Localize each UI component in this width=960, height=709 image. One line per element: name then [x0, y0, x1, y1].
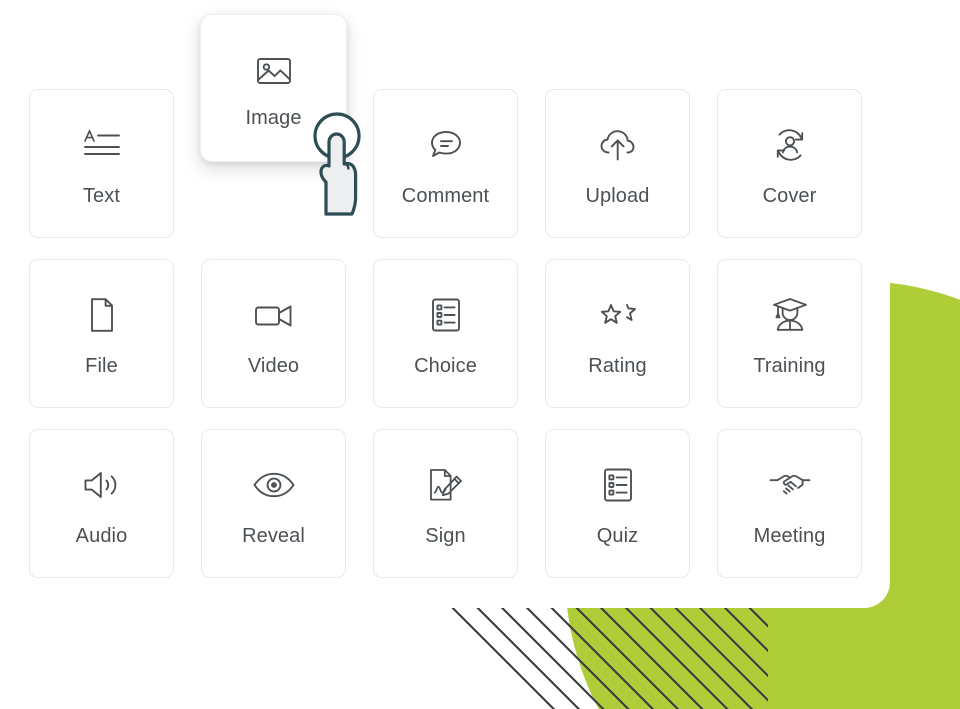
- block-tile-label: Comment: [401, 184, 490, 207]
- block-type-grid: Text Comment Upload Cover File Video Cho…: [29, 89, 862, 578]
- block-tile-label: Cover: [762, 184, 817, 207]
- checklist-box-icon: [423, 292, 469, 338]
- block-tile-label: Rating: [588, 354, 647, 377]
- block-tile-label: Reveal: [242, 524, 305, 547]
- block-tile-image[interactable]: Image: [200, 14, 347, 162]
- block-tile-sign[interactable]: Sign: [373, 429, 518, 578]
- block-tile-label: Text: [82, 184, 121, 207]
- block-tile-text[interactable]: Text: [29, 89, 174, 238]
- checklist-box-icon: [595, 462, 641, 508]
- block-tile-file[interactable]: File: [29, 259, 174, 408]
- block-tile-meeting[interactable]: Meeting: [717, 429, 862, 578]
- block-tile-video[interactable]: Video: [201, 259, 346, 408]
- block-tile-label: Upload: [585, 184, 650, 207]
- document-icon: [79, 292, 125, 338]
- image-icon: [251, 48, 297, 94]
- block-tile-audio[interactable]: Audio: [29, 429, 174, 578]
- block-tile-label: Choice: [414, 354, 477, 377]
- diagonal-stripes-bottom-decoration: [448, 608, 768, 709]
- block-tile-quiz[interactable]: Quiz: [545, 429, 690, 578]
- handshake-icon: [767, 462, 813, 508]
- eye-icon: [251, 462, 297, 508]
- block-tile-choice[interactable]: Choice: [373, 259, 518, 408]
- block-tile-reveal[interactable]: Reveal: [201, 429, 346, 578]
- block-picker-screen: Text Comment Upload Cover File Video Cho…: [0, 0, 960, 709]
- block-tile-label: Training: [753, 354, 826, 377]
- block-tile-label: Sign: [425, 524, 466, 547]
- block-tile-label: Meeting: [753, 524, 826, 547]
- speaker-waves-icon: [79, 462, 125, 508]
- camcorder-icon: [251, 292, 297, 338]
- person-refresh-icon: [767, 122, 813, 168]
- stars-icon: [595, 292, 641, 338]
- block-tile-rating[interactable]: Rating: [545, 259, 690, 408]
- block-tile-comment[interactable]: Comment: [373, 89, 518, 238]
- block-tile-label: File: [85, 354, 118, 377]
- block-tile-upload[interactable]: Upload: [545, 89, 690, 238]
- block-tile-label: Audio: [75, 524, 128, 547]
- speech-bubble-icon: [423, 122, 469, 168]
- cloud-upload-icon: [595, 122, 641, 168]
- document-pen-icon: [423, 462, 469, 508]
- graduate-icon: [767, 292, 813, 338]
- block-tile-label: Image: [245, 107, 302, 129]
- block-tile-label: Video: [247, 354, 300, 377]
- text-lines-icon: [79, 122, 125, 168]
- block-tile-training[interactable]: Training: [717, 259, 862, 408]
- block-tile-cover[interactable]: Cover: [717, 89, 862, 238]
- block-tile-label: Quiz: [596, 524, 639, 547]
